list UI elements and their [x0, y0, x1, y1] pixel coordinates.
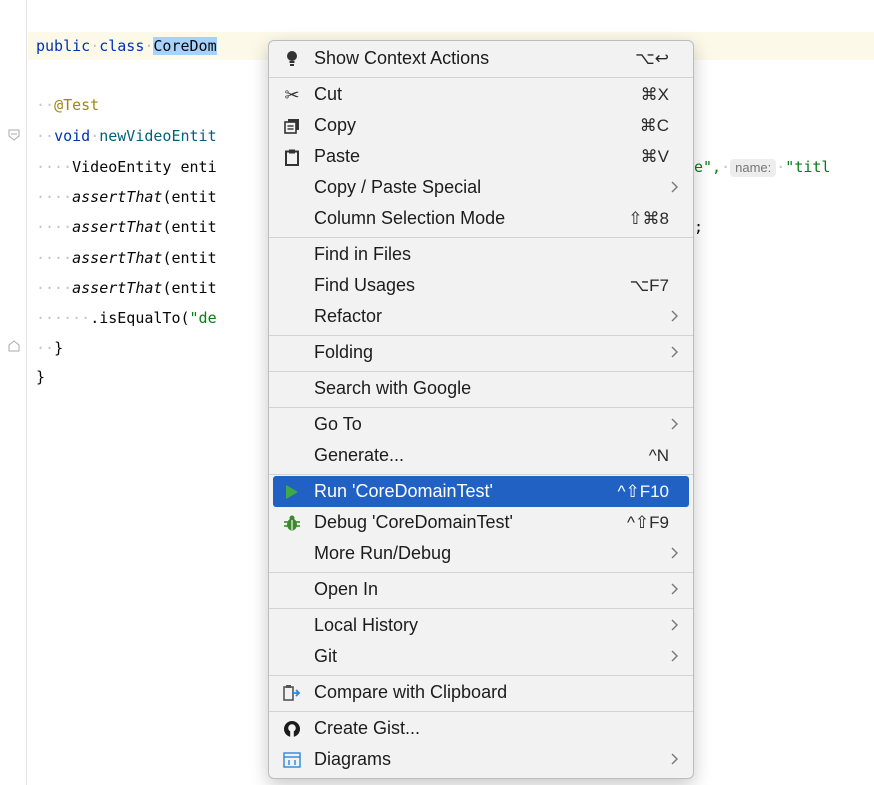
copy-icon: [283, 117, 301, 135]
code-line-assert[interactable]: ····assertThat(entit: [36, 248, 217, 268]
menu-item-copy-paste-special[interactable]: Copy / Paste Special: [273, 172, 689, 203]
menu-item-open-in[interactable]: Open In: [273, 574, 689, 605]
menu-item-show-context-actions[interactable]: Show Context Actions ⌥↩: [273, 43, 689, 74]
chevron-right-icon: [671, 418, 678, 430]
diagram-icon: [283, 751, 301, 769]
menu-item-local-history[interactable]: Local History: [273, 610, 689, 641]
menu-separator: [269, 608, 693, 609]
menu-item-cut[interactable]: ✂ Cut ⌘X: [273, 79, 689, 110]
code-line-close-outer[interactable]: }: [36, 367, 45, 387]
menu-separator: [269, 474, 693, 475]
chevron-right-icon: [671, 346, 678, 358]
menu-item-compare-with-clipboard[interactable]: Compare with Clipboard: [273, 677, 689, 708]
selected-class-name[interactable]: CoreDom: [153, 37, 217, 55]
menu-item-find-usages[interactable]: Find Usages ⌥F7: [273, 270, 689, 301]
menu-separator: [269, 371, 693, 372]
menu-separator: [269, 77, 693, 78]
menu-item-find-in-files[interactable]: Find in Files: [273, 239, 689, 270]
github-icon: [283, 720, 301, 738]
fold-end-marker-icon[interactable]: [8, 340, 20, 352]
menu-separator: [269, 572, 693, 573]
menu-separator: [269, 237, 693, 238]
code-line-entity[interactable]: ····VideoEntity enti: [36, 157, 217, 177]
menu-item-generate[interactable]: Generate... ^N: [273, 440, 689, 471]
code-line-close-inner[interactable]: ··}: [36, 338, 63, 358]
chevron-right-icon: [671, 619, 678, 631]
code-line-method[interactable]: ··void·newVideoEntit: [36, 126, 217, 146]
menu-item-git[interactable]: Git: [273, 641, 689, 672]
scissors-icon: ✂: [284, 84, 300, 105]
context-menu: Show Context Actions ⌥↩ ✂ Cut ⌘X Copy ⌘C…: [268, 40, 694, 779]
menu-item-debug-test[interactable]: Debug 'CoreDomainTest' ^⇧F9: [273, 507, 689, 538]
clipboard-icon: [283, 148, 301, 166]
menu-item-run-test[interactable]: Run 'CoreDomainTest' ^⇧F10: [273, 476, 689, 507]
bug-icon: [283, 514, 301, 532]
code-line-assert[interactable]: ····assertThat(entit: [36, 217, 217, 237]
code-line-entity-tail[interactable]: e",· name: ·"titl: [694, 157, 830, 177]
chevron-right-icon: [671, 310, 678, 322]
menu-separator: [269, 675, 693, 676]
menu-item-folding[interactable]: Folding: [273, 337, 689, 368]
lightbulb-icon: [283, 50, 301, 68]
code-line-assert-tail: ;: [694, 218, 704, 236]
chevron-right-icon: [671, 650, 678, 662]
chevron-right-icon: [671, 181, 678, 193]
menu-item-search-with-google[interactable]: Search with Google: [273, 373, 689, 404]
menu-separator: [269, 711, 693, 712]
code-line-assert[interactable]: ····assertThat(entit: [36, 278, 217, 298]
gutter-divider: [26, 0, 27, 785]
menu-item-copy[interactable]: Copy ⌘C: [273, 110, 689, 141]
menu-item-column-selection-mode[interactable]: Column Selection Mode ⇧⌘8: [273, 203, 689, 234]
menu-item-go-to[interactable]: Go To: [273, 409, 689, 440]
code-line-assert[interactable]: ····assertThat(entit: [36, 187, 217, 207]
code-line-annotation[interactable]: ··@Test: [36, 95, 99, 115]
menu-item-more-run-debug[interactable]: More Run/Debug: [273, 538, 689, 569]
menu-separator: [269, 407, 693, 408]
fold-marker-icon[interactable]: [8, 129, 20, 141]
chevron-right-icon: [671, 753, 678, 765]
chevron-right-icon: [671, 547, 678, 559]
compare-icon: [283, 684, 301, 702]
menu-item-diagrams[interactable]: Diagrams: [273, 744, 689, 775]
run-icon: [283, 483, 301, 501]
menu-item-paste[interactable]: Paste ⌘V: [273, 141, 689, 172]
chevron-right-icon: [671, 583, 678, 595]
code-line-class[interactable]: public·class·CoreDom: [36, 36, 217, 56]
parameter-hint: name:: [730, 159, 777, 177]
menu-item-create-gist[interactable]: Create Gist...: [273, 713, 689, 744]
code-line-isequal[interactable]: ······.isEqualTo("de: [36, 308, 217, 328]
menu-item-refactor[interactable]: Refactor: [273, 301, 689, 332]
menu-separator: [269, 335, 693, 336]
